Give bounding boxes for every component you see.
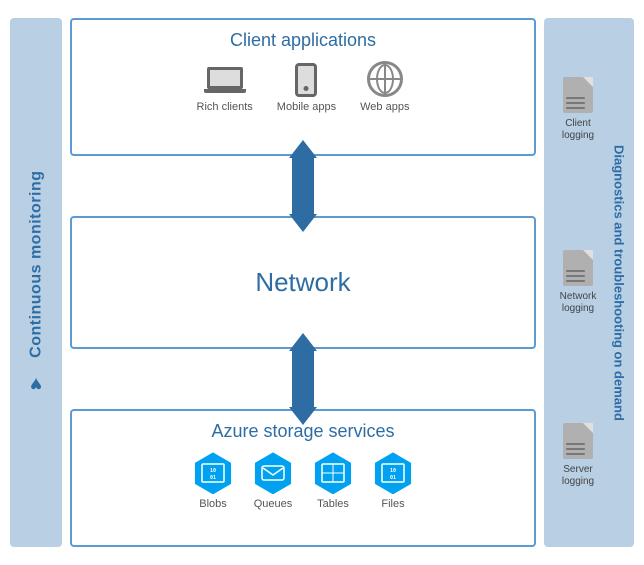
network-logging-label: Networklogging: [560, 291, 597, 315]
doc-line: [566, 97, 585, 99]
client-apps-box: Client applications Rich clients Mobile …: [70, 18, 536, 156]
files-label: Files: [381, 498, 404, 510]
tables-item: Tables: [312, 452, 354, 510]
web-apps-item: Web apps: [360, 61, 409, 113]
doc-lines-network: [566, 270, 590, 282]
globe-arc: [376, 64, 394, 94]
mobile-dot: [304, 86, 309, 91]
mobile-apps-item: Mobile apps: [277, 63, 336, 113]
continuous-monitoring-label: ♥ Continuous monitoring: [25, 171, 48, 395]
doc-line: [566, 107, 585, 109]
doc-line: [566, 275, 585, 277]
azure-storage-box: Azure storage services 10 01 Blobs: [70, 409, 536, 547]
doc-line: [566, 443, 585, 445]
files-hex: 10 01: [372, 452, 414, 494]
files-item: 10 01 Files: [372, 452, 414, 510]
network-box: Network: [70, 216, 536, 350]
tables-shape: [312, 452, 354, 494]
arrow-connector-1: [70, 156, 536, 216]
doc-line: [566, 448, 585, 450]
mobile-apps-label: Mobile apps: [277, 101, 336, 113]
left-sidebar: ♥ Continuous monitoring: [10, 18, 62, 547]
laptop-icon: [204, 67, 246, 97]
arrow-down-2: [289, 407, 317, 425]
arrow-up-1: [289, 140, 317, 158]
client-apps-icons: Rich clients Mobile apps: [84, 61, 522, 113]
globe-icon: [367, 61, 403, 97]
laptop-screen: [207, 67, 243, 89]
blobs-label: Blobs: [199, 498, 227, 510]
tables-hex: [312, 452, 354, 494]
svg-text:10: 10: [210, 468, 216, 474]
web-apps-label: Web apps: [360, 101, 409, 113]
blobs-shape: 10 01: [192, 452, 234, 494]
client-logging-item: Clientlogging: [562, 77, 594, 142]
diagnostics-text: Diagnostics and troubleshooting on deman…: [612, 145, 627, 421]
queues-hex: [252, 452, 294, 494]
queues-shape: [252, 452, 294, 494]
mobile-icon: [295, 63, 317, 97]
doc-line: [566, 280, 585, 282]
arrow-shaft-2: [292, 349, 314, 409]
arrow-shaft-1: [292, 156, 314, 216]
queues-item: Queues: [252, 452, 294, 510]
network-logging-icon: [563, 250, 593, 286]
network-logging-item: Networklogging: [560, 250, 597, 315]
arrow-connector-2: [70, 349, 536, 409]
server-logging-icon: [563, 423, 593, 459]
doc-line: [566, 102, 585, 104]
queues-label: Queues: [254, 498, 293, 510]
tables-label: Tables: [317, 498, 349, 510]
client-logging-label: Clientlogging: [562, 118, 594, 142]
doc-line: [566, 270, 585, 272]
heart-icon: ♥: [25, 372, 48, 395]
arrow-down-1: [289, 214, 317, 232]
right-icons-col: Clientlogging Networklogging: [560, 32, 597, 533]
rich-clients-label: Rich clients: [197, 101, 253, 113]
doc-lines-server: [566, 443, 590, 455]
globe-inner: [370, 64, 400, 94]
main-wrapper: ♥ Continuous monitoring Client applicati…: [0, 0, 644, 565]
blobs-item: 10 01 Blobs: [192, 452, 234, 510]
client-apps-title: Client applications: [84, 30, 522, 51]
azure-storage-icons: 10 01 Blobs: [84, 452, 522, 510]
server-logging-label: Serverlogging: [562, 464, 594, 488]
svg-text:01: 01: [210, 475, 216, 481]
svg-text:01: 01: [390, 475, 396, 481]
diagnostics-label: Diagnostics and troubleshooting on deman…: [608, 18, 630, 547]
network-title: Network: [255, 267, 350, 298]
arrow-up-2: [289, 333, 317, 351]
laptop-base: [204, 89, 246, 93]
client-logging-icon: [563, 77, 593, 113]
right-sidebar: Clientlogging Networklogging: [544, 18, 634, 547]
blobs-hex: 10 01: [192, 452, 234, 494]
server-logging-item: Serverlogging: [562, 423, 594, 488]
doc-line: [566, 453, 585, 455]
doc-lines-client: [566, 97, 590, 109]
continuous-monitoring-text: Continuous monitoring: [27, 171, 45, 358]
center-content: Client applications Rich clients Mobile …: [70, 18, 536, 547]
rich-clients-item: Rich clients: [197, 67, 253, 113]
svg-text:10: 10: [390, 468, 396, 474]
files-shape: 10 01: [372, 452, 414, 494]
